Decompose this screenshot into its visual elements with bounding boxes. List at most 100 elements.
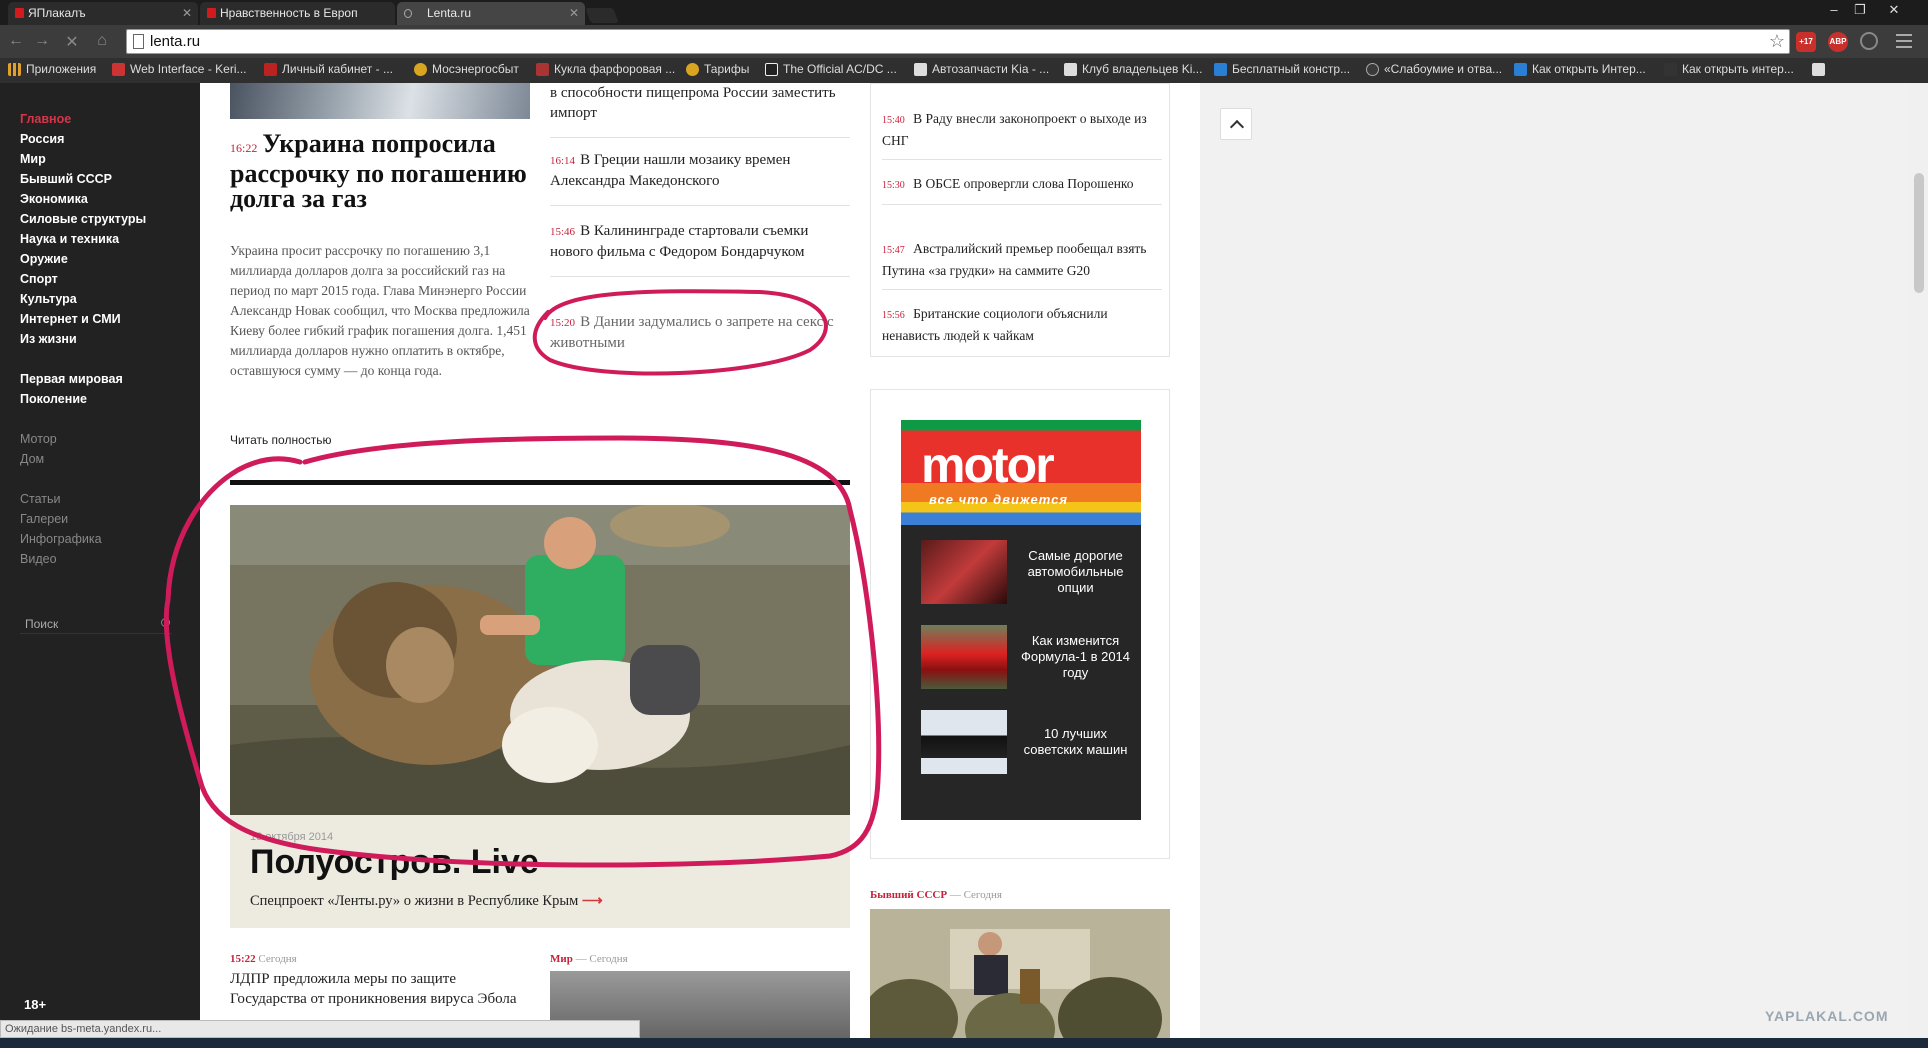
news-item[interactable]: 15:46 В Калининграде стартовали съемки но… [550, 221, 850, 277]
nav-item-ex-ussr[interactable]: Бывший СССР [20, 172, 112, 186]
bookmark-favicon-icon [765, 63, 778, 76]
motor-item[interactable]: 10 лучших советских машин [921, 710, 1136, 775]
home-icon[interactable]: ⌂ [92, 32, 112, 50]
motor-thumb-soviet-car [921, 710, 1007, 774]
search-input[interactable]: Поиск [20, 614, 172, 634]
bookmark-3[interactable]: Мосэнергосбыт [414, 62, 519, 76]
close-tab-icon[interactable]: ✕ [182, 2, 192, 24]
article-thumbnail[interactable] [230, 83, 530, 119]
bookmark-2[interactable]: Личный кабинет - ... [264, 62, 393, 76]
new-tab-button[interactable] [585, 8, 619, 23]
nav-item-weapons[interactable]: Оружие [20, 252, 68, 266]
bookmark-apps[interactable]: Приложения [8, 62, 96, 76]
sync-extension-icon[interactable] [1860, 32, 1878, 50]
nav-item-generation[interactable]: Поколение [20, 392, 87, 406]
page-background [1200, 83, 1909, 1038]
news-item[interactable]: 15:56 Британские социологи объяснили нен… [882, 304, 1162, 354]
bookmark-8[interactable]: Клуб владельцев Ki... [1064, 62, 1202, 76]
bookmark-favicon-icon [1514, 63, 1527, 76]
stop-icon[interactable]: ✕ [62, 32, 82, 52]
vertical-scrollbar[interactable] [1909, 83, 1928, 1038]
nav-item-sport[interactable]: Спорт [20, 272, 58, 286]
nav-item-main[interactable]: Главное [20, 112, 71, 126]
nav-item-ww1[interactable]: Первая мировая [20, 372, 123, 386]
browser-window: ЯПлакалъ ✕ Нравственность в Европ Lenta.… [0, 0, 1928, 1048]
nav-item-internet[interactable]: Интернет и СМИ [20, 312, 121, 326]
scrollbar-thumb[interactable] [1914, 173, 1924, 293]
nav-item-science[interactable]: Наука и техника [20, 232, 119, 246]
motor-logo: motor [921, 437, 1055, 493]
top-headline[interactable]: 16:22 Украина попросила рассрочку по пога… [230, 129, 540, 213]
nav-item-articles[interactable]: Статьи [20, 492, 61, 506]
nav-item-world[interactable]: Мир [20, 152, 46, 166]
bookmark-7[interactable]: Автозапчасти Kia - ... [914, 62, 1049, 76]
minimize-icon[interactable]: – [1822, 2, 1846, 17]
nav-item-security[interactable]: Силовые структуры [20, 212, 146, 226]
headline-title: Украина попросила рассрочку по погашению… [230, 129, 527, 213]
nav-item-galleries[interactable]: Галереи [20, 512, 68, 526]
bookmark-11[interactable]: Как открыть Интер... [1514, 62, 1646, 76]
back-icon[interactable]: ← [6, 32, 26, 50]
tab-yaplakal[interactable]: ЯПлакалъ ✕ [8, 2, 198, 25]
bookmark-9[interactable]: Бесплатный констр... [1214, 62, 1350, 76]
scroll-up-button[interactable] [1220, 108, 1252, 140]
motor-item[interactable]: Как изменится Формула-1 в 2014 году [921, 625, 1136, 690]
nav-item-motor[interactable]: Мотор [20, 432, 57, 446]
watermark: YAPLAKAL.COM [1765, 1008, 1889, 1024]
nav-item-home[interactable]: Дом [20, 452, 44, 466]
tab-lenta[interactable]: Lenta.ru ✕ [397, 2, 585, 25]
forward-icon[interactable]: → [32, 32, 52, 50]
bookmark-12[interactable]: Как открыть интер... [1664, 62, 1794, 76]
bookmark-favicon-icon [536, 63, 549, 76]
news-item[interactable]: 16:14 В Греции нашли мозаику времен Алекс… [550, 150, 850, 206]
nav-item-economy[interactable]: Экономика [20, 192, 88, 206]
main-content: 16:22 Украина попросила рассрочку по пога… [200, 83, 1200, 1038]
address-bar[interactable]: lenta.ru ☆ [126, 29, 1790, 54]
news-item[interactable]: 15:30 В ОБСЕ опровергли слова Порошенко [882, 174, 1162, 205]
arrow-right-icon: ⟶ [581, 893, 603, 909]
news-item-highlighted[interactable]: 15:20 В Дании задумались о запрете на сек… [550, 312, 850, 367]
notification-extension-icon[interactable]: +17 [1796, 32, 1816, 52]
bookmark-6[interactable]: The Official AC/DC ... [765, 62, 897, 76]
tab-nravstvennost[interactable]: Нравственность в Европ [200, 2, 395, 25]
motor-banner[interactable]: motor все что движется Самые дорогие авт… [901, 420, 1141, 820]
search-icon[interactable] [161, 618, 170, 627]
read-more-link[interactable]: Читать полностью [230, 433, 332, 447]
page-icon [133, 34, 144, 49]
bookmark-4[interactable]: Кукла фарфоровая ... [536, 62, 675, 76]
bottom-news-card[interactable]: 15:22 Сегодня ЛДПР предложила меры по за… [230, 953, 530, 1009]
motor-tagline: все что движется [929, 492, 1069, 507]
military-photo[interactable] [870, 909, 1170, 1038]
bookmark-10[interactable]: «Слабоумие и отва... [1366, 62, 1502, 76]
restore-icon[interactable]: ❐ [1848, 2, 1872, 18]
nav-item-video[interactable]: Видео [20, 552, 57, 566]
url-text: lenta.ru [150, 33, 201, 50]
page-icon [1064, 63, 1077, 76]
status-bar: Ожидание bs-meta.yandex.ru... [0, 1020, 640, 1038]
motor-item[interactable]: Самые дорогие автомобильные опции [921, 540, 1136, 605]
bookmark-favicon-icon [1664, 63, 1677, 76]
nav-item-culture[interactable]: Культура [20, 292, 77, 306]
nav-item-infographics[interactable]: Инфографика [20, 532, 102, 546]
latest-news-box: 15:40 В Раду внесли законопроект о выход… [870, 83, 1170, 357]
news-item[interactable]: в способности пищепрома России заместить… [550, 83, 850, 138]
yaplakal-favicon-icon [207, 8, 216, 18]
age-rating-badge: 18+ [24, 997, 47, 1012]
hero-date: 13 октября 2014 [250, 831, 334, 843]
loading-spinner-icon [404, 9, 412, 18]
nav-item-life[interactable]: Из жизни [20, 332, 77, 346]
hero-caption[interactable]: 13 октября 2014 Полуостров. Live Спецпро… [230, 815, 850, 928]
news-item[interactable]: 15:47 Австралийский премьер пообещал взя… [882, 239, 1162, 290]
close-tab-icon[interactable]: ✕ [569, 2, 579, 24]
bookmark-5[interactable]: Тарифы [686, 62, 749, 76]
browser-menu-icon[interactable] [1896, 34, 1912, 48]
bookmark-favicon-icon [414, 63, 427, 76]
bookmark-star-icon[interactable]: ☆ [1769, 31, 1785, 52]
motor-thumb-interior [921, 540, 1007, 604]
news-item[interactable]: 15:40 В Раду внесли законопроект о выход… [882, 109, 1162, 160]
hero-photo-lion[interactable] [230, 505, 850, 815]
nav-item-russia[interactable]: Россия [20, 132, 64, 146]
bookmark-1[interactable]: Web Interface - Keri... [112, 62, 247, 76]
close-window-icon[interactable]: ✕ [1882, 2, 1906, 18]
adblock-icon[interactable]: ABP [1828, 32, 1848, 52]
